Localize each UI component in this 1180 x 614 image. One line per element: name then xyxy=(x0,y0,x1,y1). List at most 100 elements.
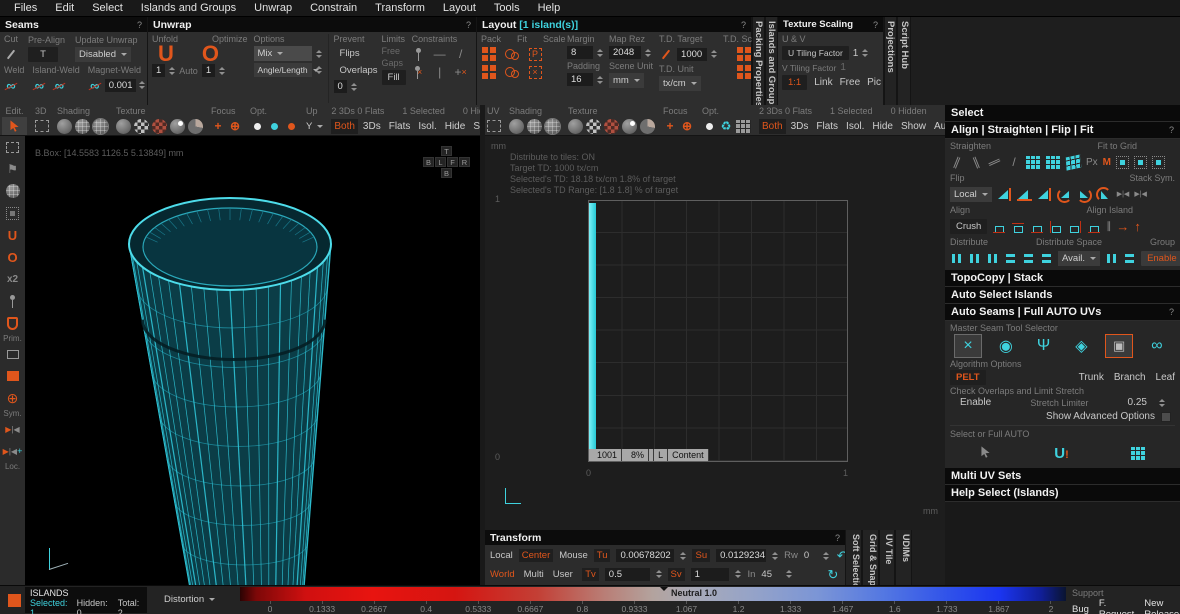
margin-value[interactable]: 8 xyxy=(567,46,593,59)
grid-small-icon[interactable] xyxy=(1026,156,1041,169)
align-middle-icon[interactable] xyxy=(1030,220,1044,233)
crush-button[interactable]: Crush xyxy=(950,219,987,234)
multi-uv-section-header[interactable]: Multi UV Sets xyxy=(945,468,1180,485)
frame-all-icon[interactable] xyxy=(35,120,49,132)
tv-spinner[interactable] xyxy=(656,570,662,578)
flip-diagonal-icon[interactable] xyxy=(1037,188,1052,201)
free-button[interactable]: Free xyxy=(840,77,861,88)
fit-grid-2-icon[interactable] xyxy=(1134,156,1147,169)
uv-focus-selected-icon[interactable]: ⊕ xyxy=(680,118,694,134)
tab-uv-tile[interactable]: UV Tile xyxy=(879,530,895,585)
sphere-seam-icon[interactable]: ◉ xyxy=(992,334,1020,358)
uv-shading-solid-icon[interactable] xyxy=(509,119,524,134)
u-tiling-spinner[interactable] xyxy=(862,49,868,57)
optimize-iterations[interactable]: 1 xyxy=(202,64,215,77)
menu-item[interactable]: Unwrap xyxy=(246,2,300,14)
distribute-space-dropdown[interactable]: Avail. xyxy=(1058,251,1100,266)
view-side-button[interactable]: B xyxy=(423,157,434,167)
scene-unit-dropdown[interactable]: mm xyxy=(609,73,644,88)
td-scale-set-icon[interactable] xyxy=(736,46,752,62)
box-seam-icon[interactable]: ▣ xyxy=(1105,334,1133,358)
up-axis-dropdown[interactable]: Y xyxy=(306,121,323,132)
sv-value[interactable]: 1 xyxy=(691,568,730,581)
refresh-texture-icon[interactable]: ♻ xyxy=(719,118,733,134)
v-tiling-label[interactable]: V Tiling Factor xyxy=(782,63,836,73)
tab-projections[interactable]: Projections xyxy=(884,17,897,105)
overlaps-spinner[interactable] xyxy=(351,83,357,91)
menu-item[interactable]: Islands and Groups xyxy=(133,2,244,14)
tab-grid-and-snap[interactable]: Grid & Snap xyxy=(862,530,879,585)
overlaps-value[interactable]: 0 xyxy=(334,80,347,93)
shading-solid-icon[interactable] xyxy=(57,119,72,134)
optimize-icon[interactable]: O xyxy=(202,46,219,62)
select-tool[interactable] xyxy=(2,117,27,135)
help-select-section-header[interactable]: Help Select (Islands) xyxy=(945,485,1180,502)
uv-tile-grid[interactable]: 1001 8% L Content xyxy=(588,200,848,462)
fit-grid-1-icon[interactable] xyxy=(1116,156,1129,169)
trunk-button[interactable]: Trunk xyxy=(1079,372,1104,383)
leaf-button[interactable]: Leaf xyxy=(1156,372,1175,383)
space-world-button[interactable]: World xyxy=(490,569,515,580)
scale-down-icon[interactable]: × xyxy=(528,64,542,80)
align-center-icon[interactable] xyxy=(1087,220,1101,233)
straighten-cross-icon[interactable]: ∥ xyxy=(985,152,1005,171)
auto-pack-tool[interactable] xyxy=(1131,447,1146,460)
menu-item[interactable]: Constrain xyxy=(302,2,365,14)
rw-value[interactable]: 0 xyxy=(804,550,809,561)
in-spinner[interactable] xyxy=(786,570,792,578)
mesh-3d[interactable] xyxy=(25,136,480,585)
uv-texture-distortion-icon[interactable] xyxy=(604,119,619,134)
stretch-spinner[interactable] xyxy=(1159,399,1165,407)
help-icon[interactable]: ? xyxy=(1169,125,1174,135)
rotate-180-icon[interactable] xyxy=(1098,187,1111,202)
uv-visibility-filter-button[interactable]: Isol. xyxy=(843,119,867,134)
distribute-center-h-icon[interactable] xyxy=(968,252,981,265)
unfold-iterations[interactable]: 1 xyxy=(152,64,165,77)
auto-select-section-header[interactable]: Auto Select Islands xyxy=(945,287,1180,304)
uv-focus-all-icon[interactable]: + xyxy=(663,118,677,134)
support-link[interactable]: Bug xyxy=(1072,604,1089,614)
overlaps-button[interactable]: Overlaps xyxy=(334,63,384,78)
remove-constraint-icon[interactable]: +× xyxy=(454,64,468,80)
light-toggle-icon[interactable] xyxy=(250,118,264,134)
focus-all-icon[interactable]: + xyxy=(211,118,225,134)
align-island-h-icon[interactable]: → xyxy=(1116,219,1129,234)
visibility-filter-button[interactable]: Flats xyxy=(386,119,414,134)
topocopy-section-header[interactable]: TopoCopy | Stack xyxy=(945,270,1180,287)
rotate-ccw-icon[interactable] xyxy=(1057,188,1072,201)
flip-vertical-icon[interactable] xyxy=(1017,188,1032,201)
view-side-button[interactable]: L xyxy=(435,157,446,167)
distribute-bottom-icon[interactable] xyxy=(1040,252,1053,265)
align-top-icon[interactable] xyxy=(1011,220,1025,233)
rotate-90-icon[interactable]: ↻ xyxy=(826,566,840,582)
margin-spinner[interactable] xyxy=(597,49,603,57)
grid-toggle-icon[interactable] xyxy=(736,120,751,133)
link-button[interactable]: Link xyxy=(814,77,832,88)
sv-spinner[interactable] xyxy=(735,570,741,578)
viewport-3d[interactable]: B.Box: [14.5583 1126.5 5.13849] mm T BLF… xyxy=(25,136,480,585)
padding-value[interactable]: 16 xyxy=(567,73,593,86)
unfold-icon[interactable]: U xyxy=(158,46,174,62)
flip-space-dropdown[interactable]: Local xyxy=(950,187,992,202)
rect-primitive-tool[interactable] xyxy=(0,343,25,365)
stretch-limiter-value[interactable]: 0.25 xyxy=(1128,397,1147,408)
links-seam-icon[interactable]: ∞ xyxy=(1143,334,1171,358)
tab-soft-selection[interactable]: Soft Selection xyxy=(845,530,862,585)
fit-icon[interactable] xyxy=(505,46,520,62)
auto-select-cursor-tool[interactable] xyxy=(979,445,992,462)
help-icon[interactable]: ? xyxy=(873,20,878,30)
td-unit-dropdown[interactable]: tx/cm xyxy=(659,76,701,91)
lasso-select-tool[interactable] xyxy=(0,202,25,224)
align-island-v-icon[interactable]: ↑ xyxy=(1134,219,1141,234)
m-button[interactable]: M xyxy=(1103,157,1111,168)
tab-islands-and-groups[interactable]: Islands and Groups [ xyxy=(765,17,778,105)
visibility-filter-button[interactable]: 3Ds xyxy=(360,119,384,134)
menu-item[interactable]: Tools xyxy=(486,2,528,14)
unfold-tool[interactable]: U xyxy=(0,224,25,246)
align-right-icon[interactable] xyxy=(1068,220,1082,233)
ratio-1-1-button[interactable]: 1:1 xyxy=(782,75,807,90)
tab-script-hub[interactable]: Script Hub xyxy=(897,17,911,105)
magnet-weld-icon[interactable]: ∞ xyxy=(88,77,102,93)
marquee-select-tool[interactable] xyxy=(0,136,25,158)
magnet-weld-spinner[interactable] xyxy=(139,81,145,89)
